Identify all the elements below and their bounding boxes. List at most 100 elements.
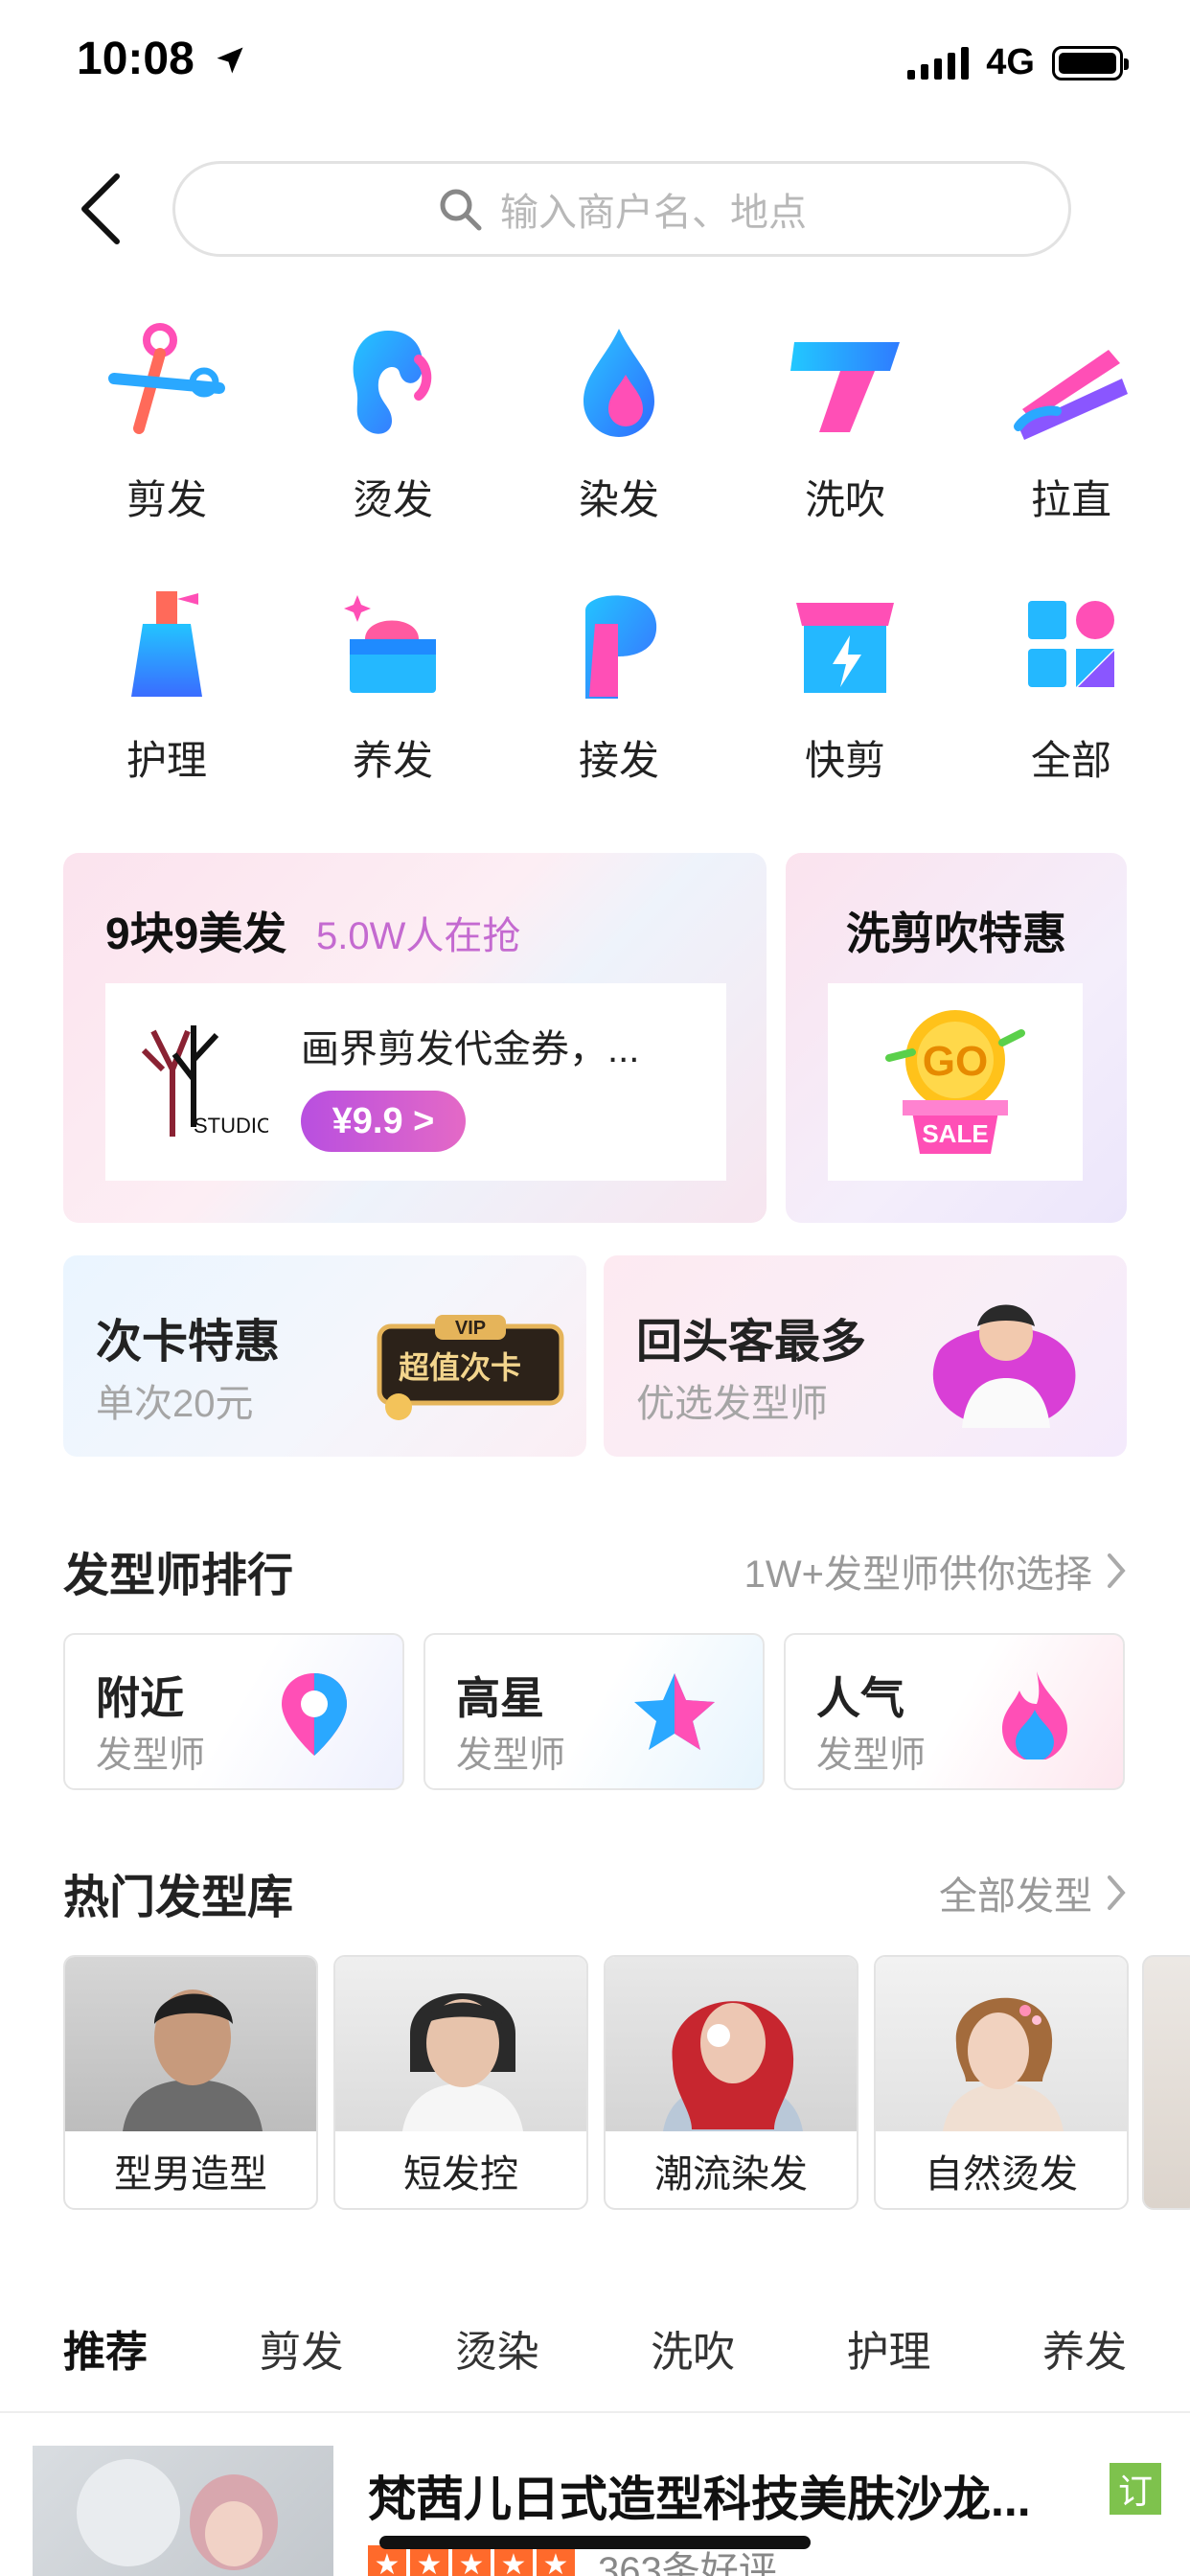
- category-label: 接发: [578, 738, 659, 783]
- back-button[interactable]: [73, 171, 130, 247]
- rank-card-subtitle: 发型师: [816, 1736, 927, 1776]
- dye-drop-icon: [552, 316, 686, 450]
- promo-card-pass[interactable]: 次卡特惠 单次20元 VIP 超值次卡: [63, 1255, 586, 1457]
- tab-perm-dye[interactable]: 烫染: [455, 2317, 539, 2379]
- vip-card-text: 超值次卡: [399, 1349, 521, 1386]
- sale-text: SALE: [922, 1119, 988, 1148]
- vip-card-image: VIP 超值次卡: [360, 1294, 581, 1428]
- rank-high-star-card[interactable]: 高星 发型师: [423, 1633, 765, 1790]
- ranking-more-link[interactable]: 1W+发型师供你选择: [744, 1543, 1127, 1598]
- rank-card-title: 高星: [456, 1673, 544, 1723]
- tab-nourish[interactable]: 养发: [1042, 2317, 1127, 2379]
- style-card-partial[interactable]: [1142, 1955, 1190, 2210]
- star-icon: ★: [494, 2545, 533, 2576]
- shop-photo[interactable]: [33, 2446, 333, 2576]
- location-arrow-icon: [217, 47, 243, 74]
- category-perm[interactable]: 烫发: [280, 316, 506, 539]
- ranking-title: 发型师排行: [63, 1551, 294, 1601]
- home-indicator[interactable]: [379, 2536, 811, 2549]
- hair-extension-icon: [552, 577, 686, 711]
- voucher-title: 画界剪发代金券，...: [301, 1028, 640, 1070]
- flame-icon: [1002, 1671, 1067, 1760]
- styles-more-link[interactable]: 全部发型: [939, 1865, 1127, 1920]
- style-label: 型男造型: [114, 2153, 267, 2196]
- styles-title: 热门发型库: [63, 1873, 294, 1923]
- quick-cut-store-icon: [778, 577, 912, 711]
- status-bar: 10:08 4G: [0, 0, 1190, 125]
- style-photo: [876, 1957, 1127, 2131]
- rank-card-title: 人气: [816, 1673, 904, 1723]
- tab-haircut[interactable]: 剪发: [259, 2317, 343, 2379]
- category-label: 养发: [352, 738, 433, 783]
- search-icon: [440, 189, 482, 231]
- card-pass-title: 次卡特惠: [96, 1317, 281, 1368]
- category-haircut[interactable]: 剪发: [54, 316, 280, 539]
- promo-side-title: 洗剪吹特惠: [846, 908, 1066, 958]
- category-straighten[interactable]: 拉直: [958, 316, 1184, 539]
- booking-badge: 订: [1110, 2463, 1161, 2515]
- promo-wash-cut-card[interactable]: 洗剪吹特惠 GO SALE: [786, 853, 1127, 1223]
- chevron-left-icon: [81, 173, 120, 244]
- category-label: 染发: [578, 477, 659, 522]
- chevron-right-icon: [1108, 1875, 1126, 1910]
- star-icon: ★: [368, 2545, 406, 2576]
- tab-wash-blow[interactable]: 洗吹: [651, 2317, 735, 2379]
- blow-dry-icon: [778, 316, 912, 450]
- stylist-avatar: [920, 1284, 1083, 1438]
- category-grid: 剪发 烫发 染发 洗吹 拉直 护理 养发 接发 快剪 全部: [54, 316, 1184, 799]
- style-card[interactable]: 自然烫发: [874, 1955, 1129, 2210]
- category-label: 护理: [126, 738, 207, 783]
- rating-stars: ★ ★ ★ ★ ★: [368, 2545, 575, 2576]
- category-dye[interactable]: 染发: [506, 316, 732, 539]
- voucher-price-button[interactable]: ¥9.9 >: [301, 1091, 466, 1152]
- scissors-icon: [100, 316, 234, 450]
- promo-title: 9块9美发: [105, 908, 287, 958]
- card-pass-subtitle: 单次20元: [96, 1383, 254, 1425]
- voucher-item[interactable]: STUDIO 画界剪发代金券，... ¥9.9 >: [105, 983, 726, 1181]
- time-text: 10:08: [77, 34, 195, 84]
- feed-tabs: 推荐 剪发 烫染 洗吹 护理 养发: [63, 2317, 1127, 2382]
- tab-care[interactable]: 护理: [847, 2317, 931, 2379]
- logo-text: STUDIO: [194, 1114, 268, 1138]
- battery-icon: [1052, 45, 1129, 80]
- category-label: 拉直: [1030, 477, 1111, 522]
- go-text: GO: [923, 1038, 988, 1085]
- style-card[interactable]: 潮流染发: [604, 1955, 858, 2210]
- curly-hair-icon: [326, 316, 460, 450]
- rank-card-title: 附近: [96, 1673, 184, 1723]
- shop-name[interactable]: 梵茜儿日式造型科技美肤沙龙...: [368, 2461, 1031, 2530]
- promo-99-card[interactable]: 9块9美发 5.0W人在抢 STUDIO 画界剪发代金券，... ¥9.9 >: [63, 853, 767, 1223]
- category-quick-cut[interactable]: 快剪: [732, 577, 958, 799]
- rank-nearby-card[interactable]: 附近 发型师: [63, 1633, 404, 1790]
- rank-card-subtitle: 发型师: [96, 1736, 206, 1776]
- signal-icon: [907, 46, 970, 80]
- search-bar[interactable]: 输入商户名、地点: [172, 161, 1071, 257]
- ranking-more-text: 1W+发型师供你选择: [744, 1553, 1092, 1596]
- category-care[interactable]: 护理: [54, 577, 280, 799]
- category-extension[interactable]: 接发: [506, 577, 732, 799]
- status-time: 10:08: [77, 33, 247, 85]
- all-grid-icon: [1004, 577, 1138, 711]
- search-placeholder: 输入商户名、地点: [500, 192, 807, 234]
- style-label: 自然烫发: [925, 2153, 1078, 2196]
- category-label: 全部: [1030, 738, 1111, 783]
- style-card[interactable]: 短发控: [333, 1955, 588, 2210]
- tab-recommend[interactable]: 推荐: [63, 2317, 148, 2382]
- straightener-icon: [1004, 316, 1138, 450]
- rank-popular-card[interactable]: 人气 发型师: [784, 1633, 1125, 1790]
- style-photo: [65, 1957, 316, 2131]
- style-label: 潮流染发: [654, 2153, 808, 2196]
- promo-returning-stylist[interactable]: 回头客最多 优选发型师: [604, 1255, 1127, 1457]
- divider: [0, 2411, 1190, 2413]
- style-photo: [606, 1957, 857, 2131]
- style-label: 短发控: [403, 2153, 518, 2196]
- care-bottle-icon: [100, 577, 234, 711]
- category-nourish[interactable]: 养发: [280, 577, 506, 799]
- star-icon: [634, 1673, 715, 1750]
- style-photo: [335, 1957, 586, 2131]
- category-wash-blow[interactable]: 洗吹: [732, 316, 958, 539]
- category-label: 剪发: [126, 477, 207, 522]
- category-all[interactable]: 全部: [958, 577, 1184, 799]
- style-card[interactable]: 型男造型: [63, 1955, 318, 2210]
- rank-card-subtitle: 发型师: [456, 1736, 566, 1776]
